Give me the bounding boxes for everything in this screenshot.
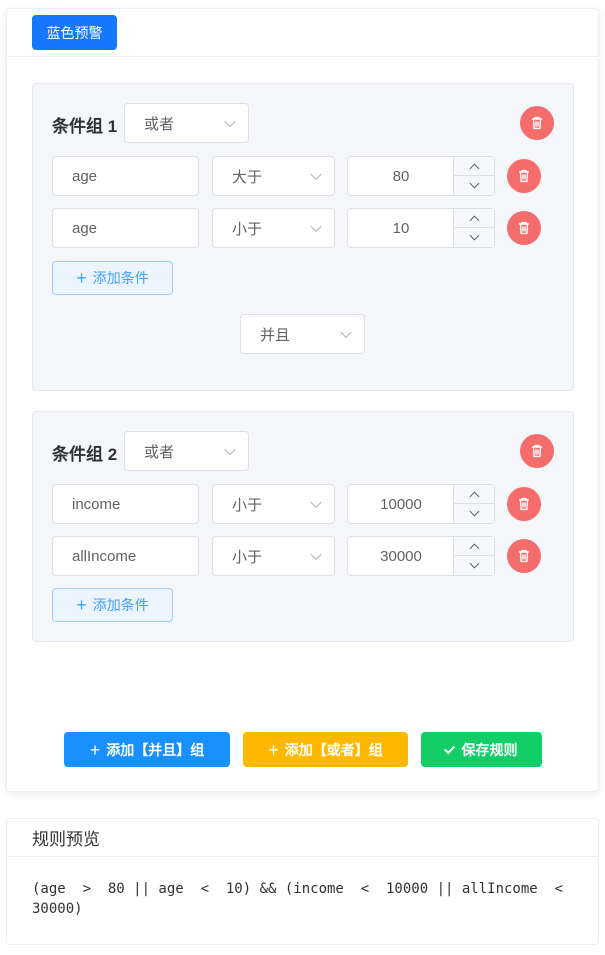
- chevron-down-icon: [310, 496, 322, 509]
- delete-condition-button[interactable]: [507, 159, 541, 193]
- field-value: age: [72, 167, 98, 185]
- plus-icon: +: [268, 739, 279, 760]
- delete-group-button[interactable]: [520, 434, 554, 468]
- save-rule-button[interactable]: 保存规则: [421, 732, 542, 767]
- button-label: 保存规则: [461, 741, 518, 758]
- stepper-value: 10000: [380, 495, 422, 513]
- chevron-down-icon: [469, 506, 479, 517]
- card-header: 蓝色预警: [7, 9, 598, 57]
- decrement-button[interactable]: [453, 556, 494, 575]
- plus-icon: +: [76, 595, 87, 615]
- condition-value-stepper[interactable]: 80: [347, 156, 495, 196]
- button-label: 添加条件: [92, 597, 149, 613]
- chevron-down-icon: [310, 168, 322, 181]
- add-condition-button[interactable]: + 添加条件: [52, 588, 173, 622]
- field-value: income: [72, 495, 121, 513]
- preview-title: 规则预览: [7, 819, 598, 857]
- stepper-value: 10: [392, 219, 410, 237]
- add-condition-button[interactable]: + 添加条件: [52, 261, 173, 295]
- select-value: 大于: [232, 168, 263, 186]
- increment-button[interactable]: [453, 485, 494, 504]
- stepper-value: 80: [392, 167, 410, 185]
- check-icon: [443, 742, 455, 754]
- increment-button[interactable]: [453, 157, 494, 176]
- button-label: 添加条件: [92, 270, 149, 286]
- select-value: 或者: [144, 443, 175, 461]
- condition-value-stepper[interactable]: 30000: [347, 536, 495, 576]
- trash-icon: [519, 549, 529, 563]
- preview-expression: (age > 80 || age < 10) && (income < 1000…: [32, 881, 580, 917]
- plus-icon: +: [76, 268, 87, 288]
- chevron-up-icon: [469, 163, 479, 173]
- condition-operator-select[interactable]: 大于: [212, 156, 335, 196]
- group-logic-select[interactable]: 或者: [124, 103, 249, 143]
- condition-operator-select[interactable]: 小于: [212, 536, 335, 576]
- decrement-button[interactable]: [453, 176, 494, 195]
- chevron-down-icon: [310, 548, 322, 561]
- chevron-down-icon: [469, 178, 479, 189]
- trash-icon: [519, 169, 529, 183]
- chevron-down-icon: [469, 558, 479, 569]
- trash-icon: [519, 497, 529, 511]
- select-value: 并且: [260, 326, 291, 344]
- chevron-down-icon: [310, 220, 322, 233]
- rule-preview-card: 规则预览 (age > 80 || age < 10) && (income <…: [6, 818, 599, 945]
- add-and-group-button[interactable]: + 添加【并且】组: [64, 732, 230, 767]
- increment-button[interactable]: [453, 209, 494, 228]
- field-value: age: [72, 219, 98, 237]
- select-value: 小于: [232, 496, 263, 514]
- trash-icon: [532, 444, 542, 458]
- chevron-down-icon: [469, 230, 479, 241]
- chevron-down-icon: [340, 326, 352, 339]
- condition-group-1: 条件组 1 或者 age 大于 80 age 小于 10 + 添加条件 并且: [32, 83, 574, 391]
- field-value: allIncome: [72, 547, 137, 565]
- group-joiner-select[interactable]: 并且: [240, 314, 365, 354]
- condition-operator-select[interactable]: 小于: [212, 484, 335, 524]
- chevron-up-icon: [469, 491, 479, 501]
- add-or-group-button[interactable]: + 添加【或者】组: [243, 732, 408, 767]
- trash-icon: [532, 116, 542, 130]
- condition-value-stepper[interactable]: 10: [347, 208, 495, 248]
- condition-field-input[interactable]: income: [52, 484, 199, 524]
- condition-field-input[interactable]: allIncome: [52, 536, 199, 576]
- chevron-down-icon: [224, 443, 236, 456]
- increment-button[interactable]: [453, 537, 494, 556]
- chevron-down-icon: [224, 115, 236, 128]
- decrement-button[interactable]: [453, 504, 494, 523]
- group-logic-select[interactable]: 或者: [124, 431, 249, 471]
- condition-field-input[interactable]: age: [52, 208, 199, 248]
- button-label: 添加【或者】组: [284, 741, 383, 758]
- delete-condition-button[interactable]: [507, 487, 541, 521]
- plus-icon: +: [89, 739, 101, 760]
- stepper-value: 30000: [380, 547, 422, 565]
- condition-field-input[interactable]: age: [52, 156, 199, 196]
- delete-condition-button[interactable]: [507, 211, 541, 245]
- select-value: 或者: [144, 115, 175, 133]
- button-label: 添加【并且】组: [106, 741, 205, 758]
- condition-group-2: 条件组 2 或者 income 小于 10000 allIncome 小于 30…: [32, 411, 574, 642]
- group-title: 条件组 2: [52, 445, 118, 464]
- trash-icon: [519, 221, 529, 235]
- chevron-up-icon: [469, 215, 479, 225]
- condition-operator-select[interactable]: 小于: [212, 208, 335, 248]
- condition-value-stepper[interactable]: 10000: [347, 484, 495, 524]
- chevron-up-icon: [469, 543, 479, 553]
- delete-condition-button[interactable]: [507, 539, 541, 573]
- select-value: 小于: [232, 548, 263, 566]
- select-value: 小于: [232, 220, 263, 238]
- warning-level-tag[interactable]: 蓝色预警: [32, 15, 117, 50]
- group-title: 条件组 1: [52, 117, 118, 136]
- decrement-button[interactable]: [453, 228, 494, 247]
- rule-editor-card: 蓝色预警 条件组 1 或者 age 大于 80 age 小于 10 + 添加条件…: [6, 8, 599, 792]
- delete-group-button[interactable]: [520, 106, 554, 140]
